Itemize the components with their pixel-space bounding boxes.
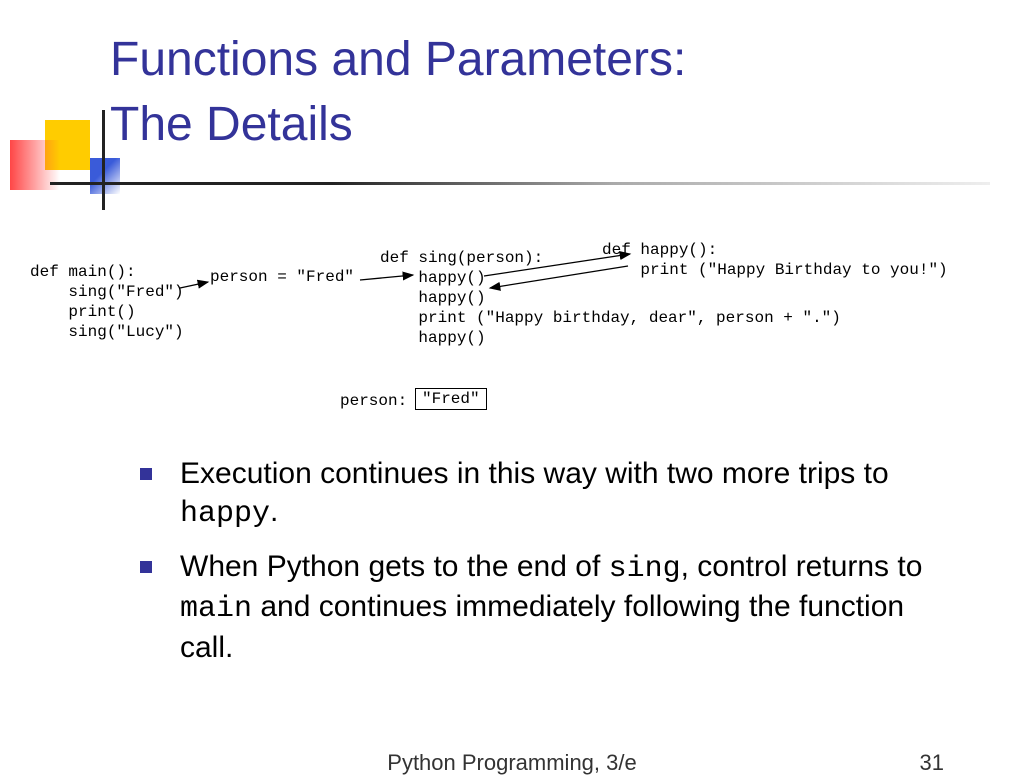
- page-number: 31: [920, 750, 944, 776]
- deco-vertical-line: [102, 110, 105, 210]
- bullet-list: Execution continues in this way with two…: [140, 455, 940, 681]
- slide-title: Functions and Parameters: The Details: [110, 28, 686, 158]
- assign-label: person = "Fred": [210, 268, 354, 286]
- code-diagram: def main(): sing("Fred") print() sing("L…: [30, 240, 1000, 420]
- var-value-box: "Fred": [415, 388, 487, 410]
- footer-text: Python Programming, 3/e: [0, 750, 1024, 776]
- bullet-item-1: Execution continues in this way with two…: [140, 455, 940, 534]
- bullet-item-2: When Python gets to the end of sing, con…: [140, 548, 940, 667]
- var-label: person:: [340, 392, 407, 410]
- title-underline: [50, 182, 990, 185]
- var-value: "Fred": [422, 390, 480, 408]
- code-happy: def happy(): print ("Happy Birthday to y…: [602, 240, 948, 280]
- title-line2: The Details: [110, 98, 353, 151]
- deco-blue-square: [90, 158, 120, 194]
- code-main: def main(): sing("Fred") print() sing("L…: [30, 262, 184, 342]
- title-line1: Functions and Parameters:: [110, 33, 686, 86]
- decorative-corner: [10, 110, 110, 200]
